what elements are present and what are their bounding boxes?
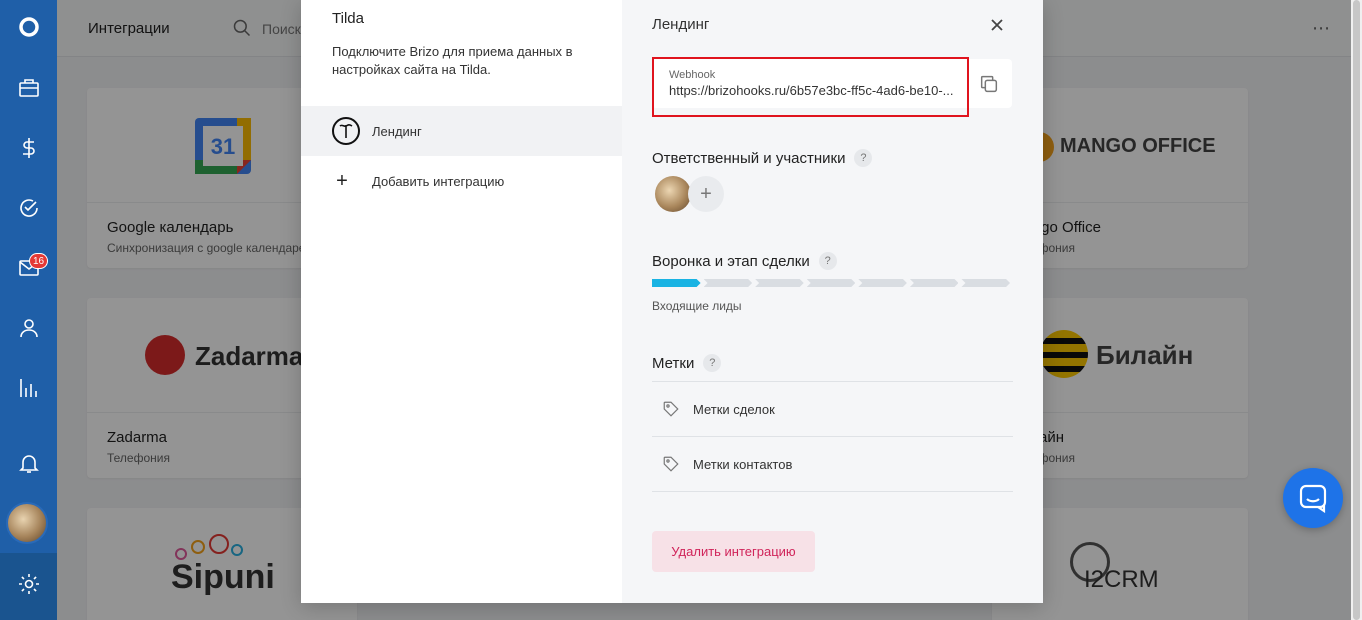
funnel-heading-label: Воронка и этап сделки	[652, 252, 810, 270]
delete-integration-button[interactable]: Удалить интеграцию	[652, 531, 815, 572]
user-icon[interactable]	[0, 308, 57, 348]
briefcase-icon[interactable]	[0, 68, 57, 108]
integration-title: Tilda	[332, 10, 364, 27]
close-icon[interactable]	[986, 14, 1008, 36]
funnel-stage-segment[interactable]	[755, 279, 804, 287]
help-icon[interactable]: ?	[818, 252, 837, 270]
user-avatar[interactable]	[6, 502, 48, 544]
funnel-heading: Воронка и этап сделки ?	[652, 252, 837, 270]
integration-item-label: Лендинг	[372, 123, 422, 139]
left-sidebar: 16	[0, 0, 57, 620]
tags-heading: Метки ?	[652, 354, 722, 372]
scrollbar-thumb[interactable]	[1353, 0, 1360, 620]
tilda-icon	[332, 117, 360, 145]
mail-count-badge: 16	[29, 253, 49, 269]
tags-heading-label: Метки	[652, 354, 695, 372]
tag-icon	[663, 456, 679, 472]
check-circle-icon[interactable]	[0, 188, 57, 228]
plus-icon: +	[336, 169, 348, 192]
analytics-icon[interactable]	[0, 368, 57, 408]
contact-tags-row[interactable]: Метки контактов	[652, 437, 1013, 492]
modal-left-panel: Tilda Подключите Brizo для приема данных…	[301, 0, 622, 603]
responsible-heading-label: Ответственный и участники	[652, 149, 846, 167]
gear-icon[interactable]	[0, 564, 57, 604]
funnel-stage-segment[interactable]	[910, 279, 959, 287]
funnel-stage-label: Входящие лиды	[652, 299, 742, 313]
member-avatar[interactable]	[655, 176, 691, 212]
funnel-stage-segment[interactable]	[704, 279, 753, 287]
chat-icon	[1299, 484, 1327, 513]
funnel-stage-segment[interactable]	[858, 279, 907, 287]
panel-title: Лендинг	[652, 16, 710, 33]
tag-icon	[663, 401, 679, 417]
deal-tags-row[interactable]: Метки сделок	[652, 382, 1013, 437]
integration-item-landing[interactable]: Лендинг	[301, 106, 622, 156]
dollar-icon[interactable]	[0, 128, 57, 168]
funnel-stage-segment[interactable]	[961, 279, 1010, 287]
modal-right-panel: Лендинг Webhook https://brizohooks.ru/6b…	[622, 0, 1043, 603]
contact-tags-label: Метки контактов	[693, 456, 793, 472]
responsible-heading: Ответственный и участники ?	[652, 149, 873, 167]
webhook-highlight	[652, 57, 969, 117]
help-icon[interactable]: ?	[854, 149, 873, 167]
add-integration-label: Добавить интеграцию	[372, 173, 505, 189]
bell-icon[interactable]	[0, 443, 57, 483]
funnel-stage-bar[interactable]	[652, 279, 1013, 287]
app-logo-icon[interactable]	[0, 7, 57, 47]
funnel-stage-segment[interactable]	[652, 279, 701, 287]
tags-list: Метки сделок Метки контактов	[652, 381, 1013, 492]
add-integration-button[interactable]: + Добавить интеграцию	[301, 156, 622, 206]
copy-icon[interactable]	[978, 73, 1000, 95]
funnel-stage-segment[interactable]	[807, 279, 856, 287]
deal-tags-label: Метки сделок	[693, 401, 775, 417]
integration-description: Подключите Brizo для приема данных в нас…	[332, 44, 573, 77]
chat-support-button[interactable]	[1283, 468, 1343, 528]
integration-modal: Tilda Подключите Brizo для приема данных…	[301, 0, 1043, 603]
mail-icon[interactable]	[0, 248, 57, 288]
add-member-button[interactable]: +	[688, 176, 724, 212]
help-icon[interactable]: ?	[703, 354, 722, 372]
